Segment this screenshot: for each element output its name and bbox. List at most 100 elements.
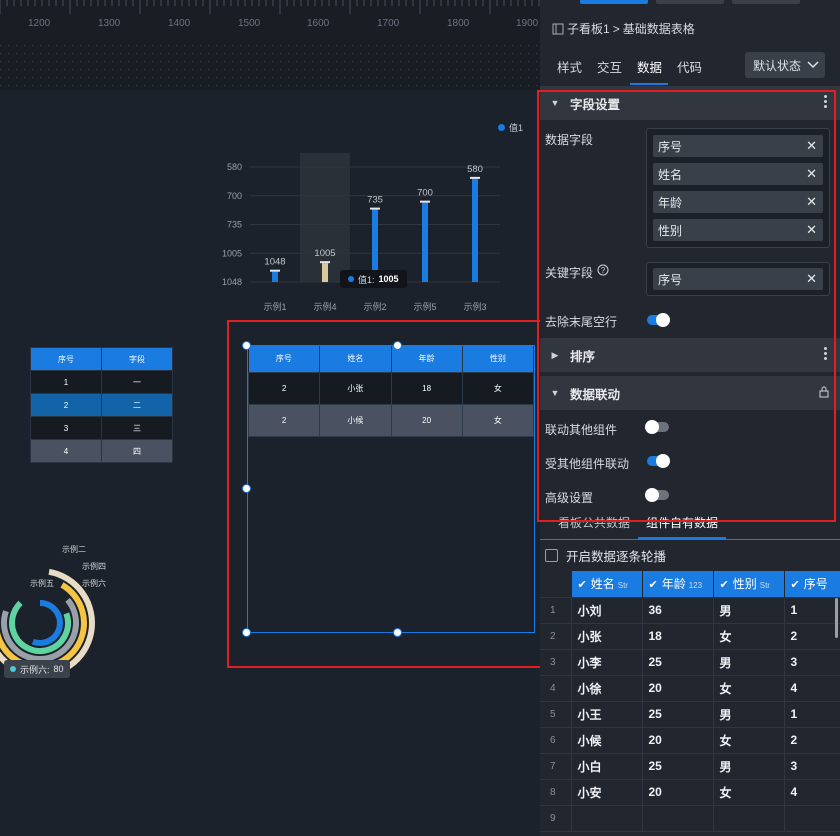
table-cell[interactable]: 36 (641, 596, 714, 624)
section-field-settings-header[interactable]: ▼ 字段设置 (540, 86, 840, 120)
table-cell[interactable]: 小张 (570, 622, 643, 650)
field-chip[interactable]: 序号 ✕ (653, 268, 823, 290)
table-cell[interactable]: 20 (641, 674, 714, 702)
table-cell[interactable] (712, 804, 785, 832)
data-field-select[interactable]: 序号 ✕ 姓名 ✕ 年龄 ✕ 性别 ✕ (646, 128, 830, 248)
field-chip[interactable]: 年龄 ✕ (653, 191, 823, 213)
table-cell[interactable]: 女 (712, 622, 785, 650)
tab-board-public-data[interactable]: 看板公共数据 (558, 514, 630, 531)
table-cell[interactable]: 20 (641, 726, 714, 754)
data-grid[interactable]: ✔ 姓名 Str ✔ 年龄 123 ✔ 性别 Str ✔ 序号 1 小刘 36 男 1 2 小张 18 女 2 3… (540, 571, 840, 832)
table-cell[interactable]: 1 (783, 700, 840, 728)
close-icon[interactable]: ✕ (806, 271, 817, 287)
table-cell[interactable]: 小安 (570, 778, 643, 806)
table-row[interactable]: 5 小王 25 男 1 (540, 700, 840, 728)
resize-handle-left[interactable] (242, 484, 251, 493)
table-row[interactable]: 2 小张 18 女 (247, 371, 535, 405)
breadcrumb-parent[interactable]: 子看板1 (567, 20, 610, 37)
table-cell[interactable]: 3 (783, 648, 840, 676)
table-row[interactable]: 2 小候 20 女 (247, 403, 535, 437)
section-data-link-header[interactable]: ▼ 数据联动 (540, 376, 840, 410)
table-cell[interactable]: 18 (641, 622, 714, 650)
table-row[interactable]: 6 小候 20 女 2 (540, 726, 840, 754)
resize-handle-top[interactable] (393, 341, 402, 350)
table-row[interactable]: 3三 (30, 416, 173, 440)
lock-icon[interactable] (819, 386, 829, 398)
key-field-select[interactable]: 序号 ✕ (646, 262, 830, 296)
table-cell[interactable] (783, 804, 840, 832)
link-others-toggle[interactable] (645, 420, 669, 434)
linked-by-others-toggle[interactable] (647, 454, 670, 468)
table-cell[interactable]: 男 (712, 752, 785, 780)
table-cell[interactable]: 小王 (570, 700, 643, 728)
resize-handle-top-left[interactable] (242, 341, 251, 350)
table-cell[interactable]: 25 (641, 648, 714, 676)
table-row[interactable]: 3 小李 25 男 3 (540, 648, 840, 676)
field-chip[interactable]: 姓名 ✕ (653, 163, 823, 185)
table-cell[interactable]: 男 (712, 700, 785, 728)
top-primary-button[interactable] (580, 0, 648, 4)
section-sort-header[interactable]: ▶ 排序 (540, 338, 840, 372)
dashboard-canvas[interactable]: 1200 1300 1400 1500 1600 1700 1800 1900 … (0, 0, 540, 836)
table-row[interactable]: 4四 (30, 439, 173, 463)
close-icon[interactable]: ✕ (806, 138, 817, 154)
table-cell[interactable]: 2 (783, 622, 840, 650)
table-cell[interactable]: 女 (712, 674, 785, 702)
tab-component-own-data[interactable]: 组件自有数据 (646, 514, 718, 531)
small-data-table[interactable]: 序号 字段 1一 2二 3三 4四 (30, 347, 173, 463)
table-cell[interactable]: 小刘 (570, 596, 643, 624)
carousel-option[interactable]: 开启数据逐条轮播 (545, 546, 666, 565)
tab-interaction[interactable]: 交互 (597, 57, 622, 76)
column-header-gender[interactable]: ✔ 性别 Str (713, 571, 785, 597)
field-chip[interactable]: 序号 ✕ (653, 135, 823, 157)
table-row[interactable]: 9 (540, 804, 840, 832)
more-options-icon[interactable] (824, 347, 828, 360)
advanced-settings-toggle[interactable] (645, 488, 669, 502)
table-row[interactable]: 2二 (30, 393, 173, 417)
table-cell[interactable]: 1 (783, 596, 840, 624)
table-cell[interactable]: 男 (712, 596, 785, 624)
table-row[interactable]: 1 小刘 36 男 1 (540, 596, 840, 624)
top-secondary-button[interactable] (656, 0, 724, 4)
table-cell[interactable]: 女 (712, 726, 785, 754)
top-secondary-button[interactable] (732, 0, 800, 4)
trim-empty-rows-toggle[interactable] (647, 313, 670, 327)
vertical-scrollbar[interactable] (835, 598, 838, 638)
table-cell[interactable]: 小候 (570, 726, 643, 754)
table-row[interactable]: 4 小徐 20 女 4 (540, 674, 840, 702)
bar[interactable] (322, 263, 328, 282)
selected-table-component[interactable]: 序号 姓名 年龄 性别 2 小张 18 女 2 小候 20 女 (247, 345, 535, 633)
close-icon[interactable]: ✕ (806, 166, 817, 182)
ring-chart[interactable] (0, 538, 110, 678)
table-row[interactable]: 1一 (30, 370, 173, 394)
table-cell[interactable]: 小徐 (570, 674, 643, 702)
more-options-icon[interactable] (824, 95, 828, 108)
carousel-checkbox[interactable] (545, 549, 558, 562)
table-cell[interactable] (570, 804, 643, 832)
table-cell[interactable]: 20 (641, 778, 714, 806)
bar[interactable] (272, 271, 278, 282)
table-cell[interactable]: 小李 (570, 648, 643, 676)
table-cell[interactable]: 女 (712, 778, 785, 806)
table-cell[interactable]: 3 (783, 752, 840, 780)
column-header-age[interactable]: ✔ 年龄 123 (642, 571, 714, 597)
close-icon[interactable]: ✕ (806, 222, 817, 238)
table-row[interactable]: 2 小张 18 女 2 (540, 622, 840, 650)
bar[interactable] (472, 178, 478, 282)
tab-style[interactable]: 样式 (557, 57, 582, 76)
table-cell[interactable] (641, 804, 714, 832)
table-cell[interactable]: 2 (783, 726, 840, 754)
close-icon[interactable]: ✕ (806, 194, 817, 210)
column-header-name[interactable]: ✔ 姓名 Str (571, 571, 643, 597)
help-icon[interactable]: ? (597, 264, 609, 276)
resize-handle-bottom[interactable] (393, 628, 402, 637)
column-header-index[interactable]: ✔ 序号 (784, 571, 840, 597)
table-cell[interactable]: 小白 (570, 752, 643, 780)
tab-code[interactable]: 代码 (677, 57, 702, 76)
table-row[interactable]: 7 小白 25 男 3 (540, 752, 840, 780)
table-cell[interactable]: 4 (783, 674, 840, 702)
field-chip[interactable]: 性别 ✕ (653, 219, 823, 241)
state-select[interactable]: 默认状态 (745, 52, 825, 78)
bar[interactable] (422, 202, 428, 282)
table-row[interactable]: 8 小安 20 女 4 (540, 778, 840, 806)
